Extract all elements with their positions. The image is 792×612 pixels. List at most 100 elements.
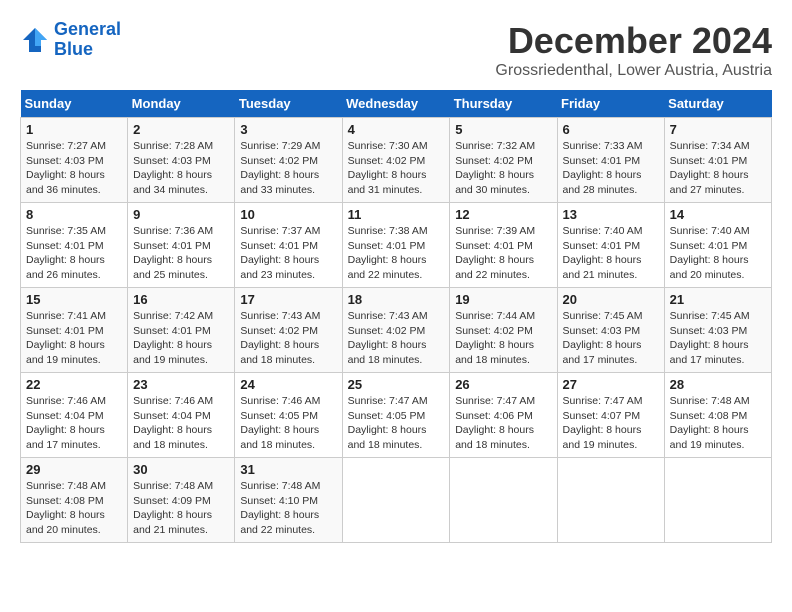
calendar-day-cell: 14 Sunrise: 7:40 AMSunset: 4:01 PMDaylig… (664, 203, 771, 288)
logo: General Blue (20, 20, 121, 60)
calendar-day-cell: 18 Sunrise: 7:43 AMSunset: 4:02 PMDaylig… (342, 288, 450, 373)
weekday-header-cell: Saturday (664, 90, 771, 118)
day-detail: Sunrise: 7:37 AMSunset: 4:01 PMDaylight:… (240, 224, 336, 283)
day-detail: Sunrise: 7:40 AMSunset: 4:01 PMDaylight:… (670, 224, 766, 283)
day-number: 22 (26, 377, 122, 392)
day-number: 15 (26, 292, 122, 307)
calendar-day-cell: 21 Sunrise: 7:45 AMSunset: 4:03 PMDaylig… (664, 288, 771, 373)
calendar-week-row: 15 Sunrise: 7:41 AMSunset: 4:01 PMDaylig… (21, 288, 772, 373)
day-number: 23 (133, 377, 229, 392)
day-detail: Sunrise: 7:34 AMSunset: 4:01 PMDaylight:… (670, 139, 766, 198)
day-detail: Sunrise: 7:48 AMSunset: 4:08 PMDaylight:… (26, 479, 122, 538)
calendar-day-cell: 5 Sunrise: 7:32 AMSunset: 4:02 PMDayligh… (450, 118, 557, 203)
calendar-body: 1 Sunrise: 7:27 AMSunset: 4:03 PMDayligh… (21, 118, 772, 543)
day-detail: Sunrise: 7:46 AMSunset: 4:04 PMDaylight:… (133, 394, 229, 453)
logo-text: General Blue (54, 20, 121, 60)
month-title: December 2024 (495, 20, 772, 62)
calendar-day-cell: 22 Sunrise: 7:46 AMSunset: 4:04 PMDaylig… (21, 373, 128, 458)
calendar-day-cell: 28 Sunrise: 7:48 AMSunset: 4:08 PMDaylig… (664, 373, 771, 458)
day-detail: Sunrise: 7:33 AMSunset: 4:01 PMDaylight:… (563, 139, 659, 198)
calendar-day-cell: 13 Sunrise: 7:40 AMSunset: 4:01 PMDaylig… (557, 203, 664, 288)
day-detail: Sunrise: 7:45 AMSunset: 4:03 PMDaylight:… (563, 309, 659, 368)
day-number: 12 (455, 207, 551, 222)
day-number: 6 (563, 122, 659, 137)
calendar-day-cell: 19 Sunrise: 7:44 AMSunset: 4:02 PMDaylig… (450, 288, 557, 373)
weekday-header-cell: Thursday (450, 90, 557, 118)
calendar-day-cell: 24 Sunrise: 7:46 AMSunset: 4:05 PMDaylig… (235, 373, 342, 458)
day-detail: Sunrise: 7:28 AMSunset: 4:03 PMDaylight:… (133, 139, 229, 198)
day-number: 16 (133, 292, 229, 307)
calendar-day-cell: 29 Sunrise: 7:48 AMSunset: 4:08 PMDaylig… (21, 458, 128, 543)
day-detail: Sunrise: 7:35 AMSunset: 4:01 PMDaylight:… (26, 224, 122, 283)
day-detail: Sunrise: 7:32 AMSunset: 4:02 PMDaylight:… (455, 139, 551, 198)
calendar-day-cell: 4 Sunrise: 7:30 AMSunset: 4:02 PMDayligh… (342, 118, 450, 203)
day-number: 28 (670, 377, 766, 392)
day-number: 7 (670, 122, 766, 137)
calendar-day-cell: 25 Sunrise: 7:47 AMSunset: 4:05 PMDaylig… (342, 373, 450, 458)
day-detail: Sunrise: 7:48 AMSunset: 4:08 PMDaylight:… (670, 394, 766, 453)
day-number: 14 (670, 207, 766, 222)
day-detail: Sunrise: 7:27 AMSunset: 4:03 PMDaylight:… (26, 139, 122, 198)
location-title: Grossriedenthal, Lower Austria, Austria (495, 62, 772, 80)
day-number: 10 (240, 207, 336, 222)
day-detail: Sunrise: 7:46 AMSunset: 4:05 PMDaylight:… (240, 394, 336, 453)
calendar-week-row: 8 Sunrise: 7:35 AMSunset: 4:01 PMDayligh… (21, 203, 772, 288)
calendar-day-cell: 9 Sunrise: 7:36 AMSunset: 4:01 PMDayligh… (128, 203, 235, 288)
day-number: 21 (670, 292, 766, 307)
weekday-header: SundayMondayTuesdayWednesdayThursdayFrid… (21, 90, 772, 118)
calendar-day-cell (450, 458, 557, 543)
day-number: 30 (133, 462, 229, 477)
weekday-header-cell: Monday (128, 90, 235, 118)
day-number: 17 (240, 292, 336, 307)
calendar-day-cell: 11 Sunrise: 7:38 AMSunset: 4:01 PMDaylig… (342, 203, 450, 288)
day-number: 5 (455, 122, 551, 137)
calendar-day-cell: 23 Sunrise: 7:46 AMSunset: 4:04 PMDaylig… (128, 373, 235, 458)
day-number: 18 (348, 292, 445, 307)
day-number: 29 (26, 462, 122, 477)
header: General Blue December 2024 Grossriedenth… (20, 20, 772, 80)
day-detail: Sunrise: 7:44 AMSunset: 4:02 PMDaylight:… (455, 309, 551, 368)
day-detail: Sunrise: 7:46 AMSunset: 4:04 PMDaylight:… (26, 394, 122, 453)
calendar-day-cell (342, 458, 450, 543)
calendar-table: SundayMondayTuesdayWednesdayThursdayFrid… (20, 90, 772, 543)
calendar-day-cell: 16 Sunrise: 7:42 AMSunset: 4:01 PMDaylig… (128, 288, 235, 373)
day-number: 27 (563, 377, 659, 392)
calendar-day-cell: 31 Sunrise: 7:48 AMSunset: 4:10 PMDaylig… (235, 458, 342, 543)
day-number: 20 (563, 292, 659, 307)
day-detail: Sunrise: 7:43 AMSunset: 4:02 PMDaylight:… (348, 309, 445, 368)
calendar-day-cell: 26 Sunrise: 7:47 AMSunset: 4:06 PMDaylig… (450, 373, 557, 458)
day-number: 24 (240, 377, 336, 392)
calendar-day-cell (557, 458, 664, 543)
day-detail: Sunrise: 7:29 AMSunset: 4:02 PMDaylight:… (240, 139, 336, 198)
day-detail: Sunrise: 7:45 AMSunset: 4:03 PMDaylight:… (670, 309, 766, 368)
day-number: 4 (348, 122, 445, 137)
day-detail: Sunrise: 7:39 AMSunset: 4:01 PMDaylight:… (455, 224, 551, 283)
calendar-day-cell (664, 458, 771, 543)
day-number: 2 (133, 122, 229, 137)
day-detail: Sunrise: 7:47 AMSunset: 4:06 PMDaylight:… (455, 394, 551, 453)
day-number: 1 (26, 122, 122, 137)
calendar-week-row: 22 Sunrise: 7:46 AMSunset: 4:04 PMDaylig… (21, 373, 772, 458)
day-detail: Sunrise: 7:43 AMSunset: 4:02 PMDaylight:… (240, 309, 336, 368)
day-number: 8 (26, 207, 122, 222)
weekday-header-cell: Friday (557, 90, 664, 118)
day-number: 25 (348, 377, 445, 392)
calendar-day-cell: 12 Sunrise: 7:39 AMSunset: 4:01 PMDaylig… (450, 203, 557, 288)
day-number: 13 (563, 207, 659, 222)
calendar-day-cell: 10 Sunrise: 7:37 AMSunset: 4:01 PMDaylig… (235, 203, 342, 288)
day-number: 9 (133, 207, 229, 222)
weekday-header-cell: Sunday (21, 90, 128, 118)
day-number: 3 (240, 122, 336, 137)
calendar-day-cell: 3 Sunrise: 7:29 AMSunset: 4:02 PMDayligh… (235, 118, 342, 203)
calendar-week-row: 29 Sunrise: 7:48 AMSunset: 4:08 PMDaylig… (21, 458, 772, 543)
title-area: December 2024 Grossriedenthal, Lower Aus… (495, 20, 772, 80)
day-detail: Sunrise: 7:42 AMSunset: 4:01 PMDaylight:… (133, 309, 229, 368)
day-number: 31 (240, 462, 336, 477)
day-detail: Sunrise: 7:36 AMSunset: 4:01 PMDaylight:… (133, 224, 229, 283)
calendar-day-cell: 20 Sunrise: 7:45 AMSunset: 4:03 PMDaylig… (557, 288, 664, 373)
day-detail: Sunrise: 7:38 AMSunset: 4:01 PMDaylight:… (348, 224, 445, 283)
calendar-day-cell: 7 Sunrise: 7:34 AMSunset: 4:01 PMDayligh… (664, 118, 771, 203)
day-detail: Sunrise: 7:47 AMSunset: 4:07 PMDaylight:… (563, 394, 659, 453)
calendar-day-cell: 6 Sunrise: 7:33 AMSunset: 4:01 PMDayligh… (557, 118, 664, 203)
day-detail: Sunrise: 7:30 AMSunset: 4:02 PMDaylight:… (348, 139, 445, 198)
